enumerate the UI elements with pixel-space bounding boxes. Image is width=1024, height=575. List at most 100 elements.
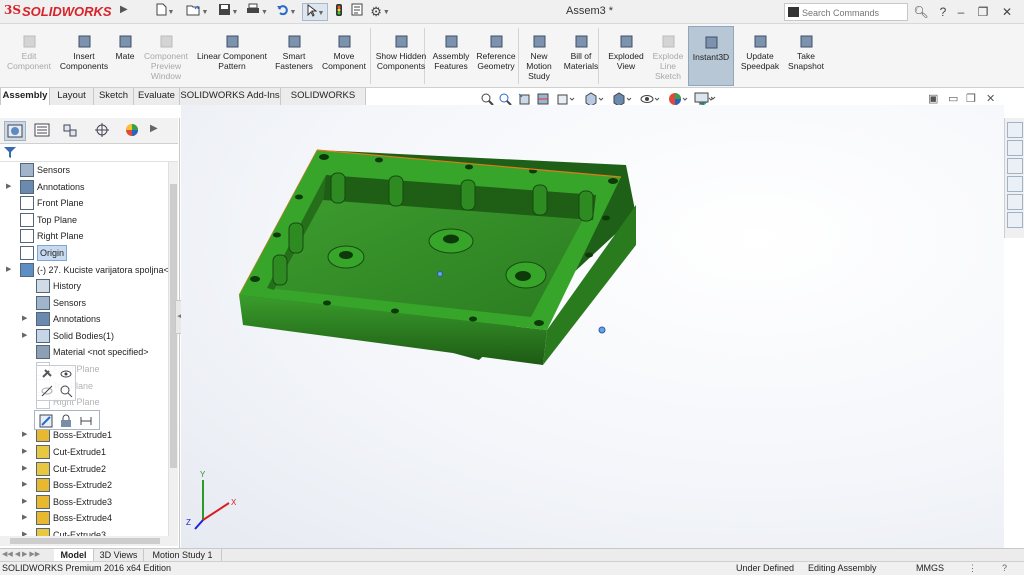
bill-of-materials-button[interactable]: Bill of Materials — [560, 26, 602, 86]
feature-manager-tab[interactable] — [4, 121, 26, 141]
new-document-button[interactable]: ▼ — [152, 3, 178, 21]
insert-components-button[interactable]: Insert Components — [56, 26, 112, 86]
expand-arrow-icon[interactable]: ▶ — [22, 477, 32, 493]
rebuild-button[interactable] — [332, 3, 346, 21]
graphics-area[interactable]: Y X Z — [181, 105, 1004, 548]
status-expand-icon[interactable]: ⋮ — [968, 562, 977, 575]
tab-layout[interactable]: Layout — [50, 88, 94, 105]
tree-node[interactable]: Origin — [20, 245, 168, 261]
linear-component-pattern-button[interactable]: Linear Component Pattern — [192, 26, 272, 86]
scrollbar-thumb[interactable] — [10, 538, 160, 544]
help-button[interactable]: ? — [934, 3, 952, 21]
dimxpert-manager-tab[interactable] — [92, 121, 114, 141]
expand-arrow-icon[interactable]: ▶ — [6, 262, 16, 278]
options-button[interactable]: ⚙▼ — [368, 3, 392, 21]
tab-assembly[interactable]: Assembly — [0, 88, 50, 105]
previous-view-icon[interactable] — [518, 92, 532, 106]
tab-scroll-left-icon[interactable]: ◀◀ ◀ ▶ ▶▶ — [2, 550, 40, 558]
expand-arrow-icon[interactable]: ▶ — [6, 179, 16, 195]
search-button[interactable]: 🔍︎ — [910, 3, 932, 21]
housing-part[interactable] — [238, 149, 636, 365]
tree-node[interactable]: Right Plane — [20, 228, 168, 244]
expand-arrow-icon[interactable]: ▶ — [22, 328, 32, 344]
file-explorer-icon[interactable] — [1007, 158, 1023, 174]
hide-show-items-icon[interactable] — [640, 92, 662, 106]
exploded-view-button[interactable]: Exploded View — [604, 26, 648, 86]
tree-node[interactable]: Sensors — [20, 162, 168, 178]
tree-node[interactable]: ▶ Boss-Extrude3 — [22, 494, 168, 510]
tree-node[interactable]: ▶ Solid Bodies(1) — [22, 328, 168, 344]
tree-vertical-scrollbar[interactable] — [168, 162, 178, 536]
search-scope-icon[interactable] — [788, 7, 799, 17]
dynamic-annotation-icon[interactable] — [556, 92, 576, 106]
origin-point[interactable] — [437, 271, 443, 277]
tab-sketch[interactable]: Sketch — [94, 88, 134, 105]
viewport-restore-icon[interactable]: ❐ — [966, 92, 976, 105]
print-button[interactable]: ▼ — [244, 3, 270, 21]
custom-properties-icon[interactable] — [1007, 212, 1023, 228]
tree-node[interactable]: Sensors — [36, 295, 168, 311]
tree-node[interactable]: Front Plane — [20, 195, 168, 211]
search-commands[interactable] — [784, 3, 908, 21]
select-button[interactable]: ▼ — [302, 3, 328, 21]
tree-horizontal-scrollbar[interactable] — [0, 536, 178, 546]
expand-arrow-icon[interactable]: ▶ — [22, 461, 32, 477]
property-manager-tab[interactable] — [32, 121, 54, 141]
display-style-icon[interactable] — [612, 92, 634, 106]
move-component-button[interactable]: Move Component — [318, 26, 370, 86]
filter-row[interactable] — [0, 144, 178, 162]
panel-expand-icon[interactable]: ▶ — [150, 123, 158, 134]
units-selector[interactable]: MMGS — [916, 562, 944, 575]
viewport-close-icon[interactable]: ✕ — [986, 92, 995, 105]
tree-node[interactable]: ▶ Boss-Extrude4 — [22, 510, 168, 526]
show-hidden-components-button[interactable]: Show Hidden Components — [374, 26, 428, 86]
help-status-icon[interactable]: ? — [1002, 562, 1007, 575]
reference-geometry-button[interactable]: Reference Geometry — [472, 26, 520, 86]
search-input[interactable] — [802, 6, 906, 19]
smart-dimension-icon[interactable] — [79, 414, 93, 428]
smart-fasteners-button[interactable]: Smart Fasteners — [272, 26, 316, 86]
mate-button[interactable]: Mate — [110, 26, 140, 86]
hide-icon[interactable] — [40, 384, 54, 398]
file-properties-button[interactable] — [350, 3, 364, 21]
mate-context-icon[interactable] — [40, 367, 54, 381]
configuration-manager-tab[interactable] — [60, 121, 82, 141]
undo-button[interactable]: ▼ — [272, 3, 300, 21]
component-preview-window-button[interactable]: Component Preview Window — [140, 26, 192, 86]
display-manager-tab[interactable] — [122, 121, 144, 141]
edit-appearance-icon[interactable] — [668, 92, 690, 106]
view-orientation-icon[interactable] — [584, 92, 606, 106]
restore-button[interactable]: ❐ — [974, 3, 992, 21]
tree-node[interactable]: ▶ Annotations — [6, 179, 168, 195]
minimize-button[interactable]: – — [952, 3, 970, 21]
view-settings-button[interactable] — [694, 92, 718, 106]
update-speedpak-button[interactable]: Update Speedpak — [738, 26, 782, 86]
tree-node[interactable]: ▶ Cut-Extrude1 — [22, 444, 168, 460]
instant3d-button[interactable]: Instant3D — [688, 26, 734, 86]
section-view-icon[interactable] — [536, 92, 550, 106]
tree-node[interactable]: Top Plane — [20, 212, 168, 228]
tab-evaluate[interactable]: Evaluate — [134, 88, 180, 105]
tree-node[interactable]: ▶ Cut-Extrude2 — [22, 461, 168, 477]
tab-solidworks-add-ins[interactable]: SOLIDWORKS Add-Ins — [180, 88, 281, 105]
zoom-to-selection-icon[interactable] — [59, 384, 73, 398]
expand-arrow-icon[interactable]: ▶ — [22, 494, 32, 510]
menu-expand-icon[interactable]: ▶ — [120, 4, 130, 20]
tile-windows-icon[interactable]: ▣ — [928, 92, 938, 105]
viewport-minimize-icon[interactable]: ▭ — [948, 92, 958, 105]
expand-arrow-icon[interactable]: ▶ — [22, 311, 32, 327]
appearances-icon[interactable] — [1007, 194, 1023, 210]
home-icon[interactable] — [1007, 122, 1023, 138]
tree-node[interactable]: ▶ Boss-Extrude2 — [22, 477, 168, 493]
filter-icon[interactable] — [3, 145, 17, 159]
design-library-icon[interactable] — [1007, 140, 1023, 156]
zoom-to-area-icon[interactable] — [498, 92, 512, 106]
tree-node[interactable]: ▶ (-) 27. Kuciste varijatora spoljna< — [6, 262, 168, 278]
close-button[interactable]: ✕ — [998, 3, 1016, 21]
tree-node[interactable]: History — [36, 278, 168, 294]
expand-arrow-icon[interactable]: ▶ — [22, 510, 32, 526]
zoom-to-fit-icon[interactable] — [480, 92, 494, 106]
take-snapshot-button[interactable]: Take Snapshot — [782, 26, 830, 86]
edit-component-button[interactable]: Edit Component — [4, 26, 54, 86]
tab-solidworks-mbd[interactable]: SOLIDWORKS MBD — [281, 88, 366, 117]
